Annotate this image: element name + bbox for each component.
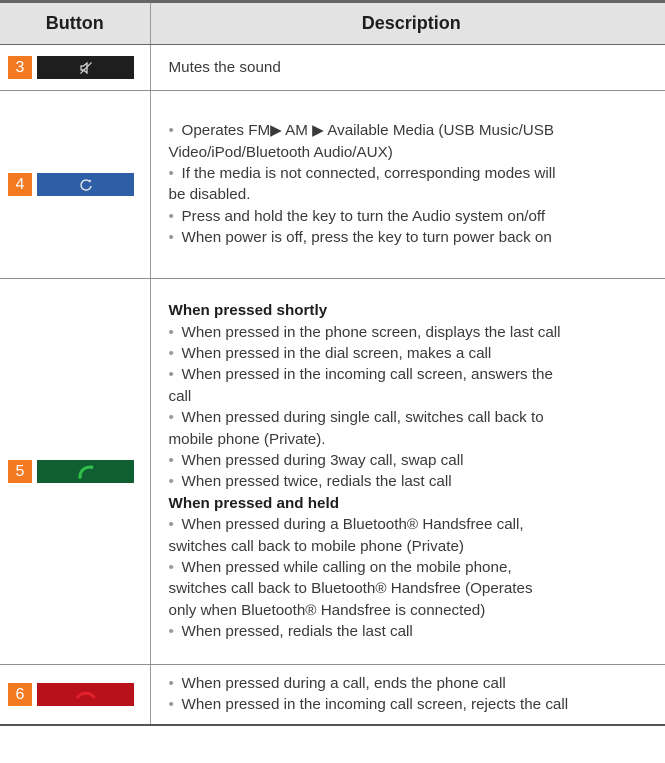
row-number-badge: 6 [8,683,32,707]
description-line: • Operates FM▶ AM ▶ Available Media (USB … [169,120,665,141]
description-line: • When pressed in the phone screen, displ… [169,322,665,343]
description-line: switches call back to mobile phone (Priv… [168,537,464,555]
description-line: switches call back to Bluetooth® Handsfr… [168,580,533,598]
button-cell: 3 [0,44,151,92]
end-call-icon [75,691,96,699]
mute-button[interactable] [37,56,134,80]
bullet: • [168,366,174,384]
table-row: 5 When pressed shortly • When pressed in … [0,278,665,666]
bullet: • [168,165,174,182]
header-button: Button [0,0,151,45]
description-line: • If the media is not connected, correspo… [169,163,665,184]
subheading-pressed-shortly: When pressed shortly [168,302,328,320]
description-line: be disabled. [168,186,251,204]
description-line: • When pressed twice, redials the last ca… [169,471,665,492]
button-description-table: Button Description 3 Mutes the sound 4 •… [0,0,665,726]
table-row: 3 Mutes the sound [0,44,665,92]
media-mode-button[interactable] [37,173,134,197]
bullet: • [168,122,174,140]
bullet: • [168,516,174,534]
bullet: • [168,207,174,225]
end-call-button[interactable] [37,683,134,707]
description-line: • Press and hold the key to turn the Audi… [169,206,665,227]
description-line: • When pressed during 3way call, swap cal… [169,450,665,471]
bullet: • [168,696,174,714]
bullet: • [168,344,174,362]
description-line: Mutes the sound [168,59,281,76]
bullet: • [168,559,174,577]
description-line: • When pressed, redials the last call [169,621,665,642]
description-line: mobile phone (Private). [168,430,326,448]
mute-icon [79,61,92,75]
bullet: • [168,623,174,641]
bullet: • [168,473,174,491]
description-line: call [168,387,192,405]
description-line: • When pressed during single call, switch… [169,407,665,428]
bullet: • [168,452,174,469]
description-line: • When pressed during a Bluetooth® Handsf… [169,514,665,535]
description-cell: • When pressed during a call, ends the ph… [150,664,665,726]
button-cell: 6 [0,664,151,726]
description-cell: Mutes the sound [150,44,665,92]
row-number-badge: 4 [8,173,32,197]
subheading-pressed-and-held: When pressed and held [168,494,339,512]
bullet: • [168,323,174,341]
header-description: Description [150,0,665,45]
description-line: only when Bluetooth® Handsfree is connec… [168,601,486,619]
description-cell: When pressed shortly • When pressed in th… [150,278,665,666]
description-line: • When pressed in the dial screen, makes … [169,343,665,364]
description-cell: • Operates FM▶ AM ▶ Available Media (USB … [150,90,665,280]
media-cycle-icon [79,179,92,191]
table-row: 6 • When pressed during a call, ends the … [0,664,665,726]
description-line: • When pressed in the incoming call scree… [169,364,665,385]
description-line: Video/iPod/Bluetooth Audio/AUX) [168,143,393,161]
row-number-badge: 3 [8,56,32,80]
call-button[interactable] [37,460,134,484]
bullet: • [168,674,174,692]
description-line: • When pressed while calling on the mobil… [169,557,665,578]
bullet: • [168,409,174,427]
call-icon [77,465,93,479]
table-header-row: Button Description [0,0,665,45]
table-row: 4 • Operates FM▶ AM ▶ Available Media (US… [0,90,665,280]
bullet: • [168,229,174,247]
button-cell: 5 [0,278,151,666]
row-number-badge: 5 [8,460,32,484]
description-line: • When pressed in the incoming call scree… [169,694,665,715]
description-line: • When power is off, press the key to tur… [169,227,665,248]
button-cell: 4 [0,90,151,280]
description-line: • When pressed during a call, ends the ph… [169,673,665,694]
